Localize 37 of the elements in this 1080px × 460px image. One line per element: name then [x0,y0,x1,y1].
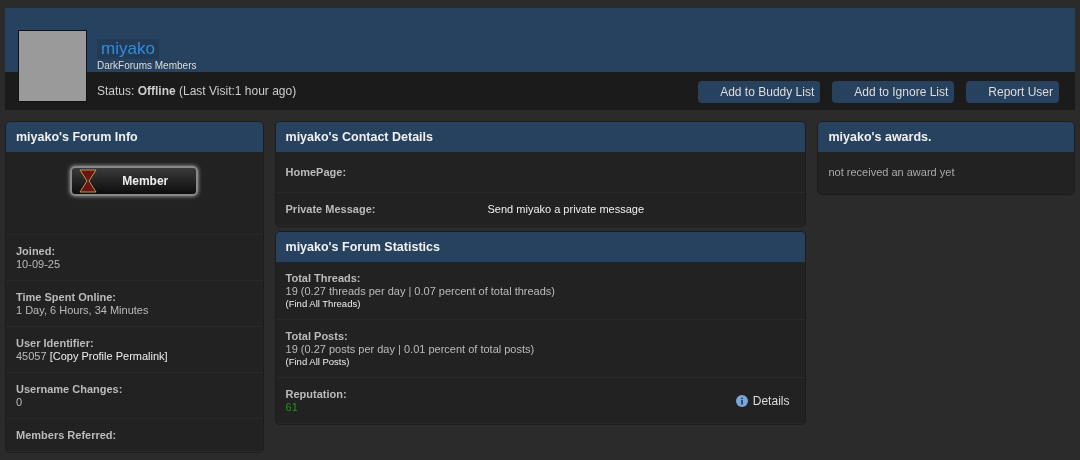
field-label: Total Threads: [285,272,362,284]
rank-badge: Member [70,166,199,196]
field-label: Joined: [16,245,57,257]
details-link[interactable]: Details [735,393,790,408]
card-header: miyako's Forum Statistics [275,232,806,262]
field-label: User Identifier: [16,337,95,349]
permalink-link[interactable]: [Copy Profile Permalink] [49,350,168,362]
field-label: Username Changes: [16,383,124,395]
card-header: miyako's Forum Info [6,122,263,152]
field-value: 10-09-25 [16,258,61,270]
card-header: miyako's awards. [818,122,1074,152]
status-text: Status: Offline (Last Visit:1 hour ago) [97,84,298,98]
info-icon [735,394,748,407]
profile-action-button[interactable]: Report User [966,81,1059,103]
find-all-link[interactable]: (Find All Threads) [285,298,361,309]
username: miyako [97,39,159,59]
private-message-link[interactable]: Send miyako a private message [487,203,645,215]
field-label: Private Message: [285,203,377,215]
awards-text: not received an award yet [827,165,956,180]
field-value: 45057 [16,350,47,362]
field-value: 0 [16,396,23,408]
field-label: Members Referred: [16,429,118,441]
field-value: 1 Day, 6 Hours, 34 Minutes [16,304,149,316]
field-label: HomePage: [285,166,348,178]
field-value: 19 (0.27 threads per day | 0.07 percent of total threads) [285,285,555,297]
card-header: miyako's Contact Details [275,122,806,152]
avatar-photo [18,30,87,102]
reputation-value: 61 [285,401,299,413]
field-label: Time Spent Online: [16,291,118,303]
field-value: 19 (0.27 posts per day | 0.01 percent of total posts) [285,343,535,355]
user-group: DarkForums Members [97,60,197,71]
profile-action-button[interactable]: Add to Buddy List [698,81,821,103]
field-label: Total Posts: [285,330,349,342]
hourglass-icon [78,169,99,193]
profile-action-button[interactable]: Add to Ignore List [832,81,955,103]
find-all-link[interactable]: (Find All Posts) [285,356,350,367]
field-label: Reputation: [285,388,347,400]
